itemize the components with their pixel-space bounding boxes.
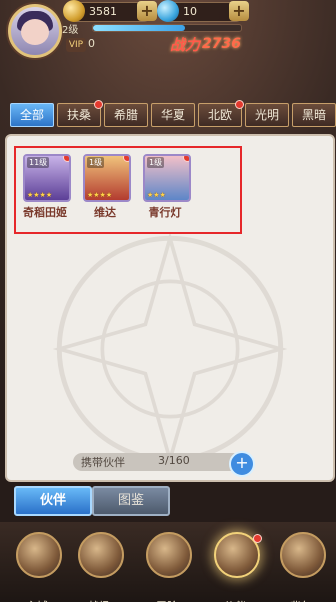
bottom-navigation: 主城 战场 冒险 伙伴 背包 [0, 522, 336, 602]
sword-icon [146, 532, 192, 578]
gem-counter: 10 + [157, 0, 249, 22]
nav-label: 背包 [272, 598, 330, 602]
nav-label: 主城 [8, 598, 66, 602]
player-avatar[interactable] [8, 4, 62, 58]
tab-label: 全部 [19, 108, 44, 122]
backpack-icon [280, 532, 326, 578]
partner-view-button[interactable]: 伙伴 [14, 486, 92, 516]
tab-fusang[interactable]: 扶桑 [57, 100, 103, 127]
tab-label: 扶桑 [66, 108, 91, 122]
hero-card[interactable]: 1级 ★★★★ [83, 154, 131, 202]
hero-stars: ★★★★ [87, 191, 113, 199]
tab-huaxia[interactable]: 华夏 [151, 103, 195, 127]
power-value: 2736 [202, 36, 241, 52]
hero-level: 1级 [147, 157, 165, 168]
carry-count: 3/160 [158, 454, 190, 467]
gem-value: 10 [183, 5, 197, 18]
tab-all[interactable]: 全部 [10, 103, 54, 127]
notification-dot [123, 156, 129, 162]
gold-value: 3581 [89, 5, 117, 18]
tab-dark[interactable]: 黑暗 [292, 103, 336, 127]
tab-label: 北欧 [207, 108, 232, 122]
faction-tabs: 全部 扶桑 希腊 华夏 北欧 光明 黑暗 [10, 100, 336, 127]
nav-label: 冒险 [138, 598, 196, 602]
hero-list-panel: 11级 ★★★★ 奇稻田姬 1级 ★★★★ 维达 1级 ★★★ 青行灯 [5, 134, 335, 482]
exp-fill [93, 25, 185, 31]
hero-stars: ★★★★ [27, 191, 53, 199]
notification-dot [235, 100, 244, 109]
expand-carry-button[interactable]: + [229, 451, 255, 477]
notification-dot [94, 100, 103, 109]
nav-battlefield[interactable]: 战场 [70, 532, 128, 602]
emblem-watermark-icon [52, 231, 288, 467]
power-display: VIP 0 战力 2736 [66, 36, 241, 54]
top-bar: 3581 + 10 + 2级 VIP 0 战力 2736 [0, 0, 336, 62]
nav-partners[interactable]: 伙伴 [206, 532, 264, 602]
exp-bar [92, 24, 242, 32]
nav-label: 战场 [70, 598, 128, 602]
tab-greece[interactable]: 希腊 [104, 103, 148, 127]
nav-adventure[interactable]: 冒险 [138, 532, 196, 602]
hero-level: 11级 [27, 157, 50, 168]
nav-label: 伙伴 [206, 598, 264, 602]
vip-chip[interactable]: VIP [66, 38, 86, 52]
player-level: 2级 [62, 25, 79, 36]
vip-value: 0 [88, 37, 95, 50]
hero-stars: ★★★ [147, 191, 166, 199]
gem-icon [157, 0, 179, 22]
hero-name: 维达 [94, 206, 116, 219]
hero-card[interactable]: 11级 ★★★★ [23, 154, 71, 202]
castle-icon [16, 532, 62, 578]
notification-dot [183, 156, 189, 162]
shield-icon [78, 532, 124, 578]
gold-counter: 3581 + [63, 0, 157, 22]
tab-label: 华夏 [160, 108, 185, 122]
power-label: 战力 [170, 36, 201, 54]
hero-name: 青行灯 [148, 206, 182, 219]
tab-label: 希腊 [113, 108, 138, 122]
nav-backpack[interactable]: 背包 [272, 532, 330, 602]
hero-name: 奇稻田姬 [23, 206, 67, 219]
gold-coin-icon [63, 0, 85, 22]
notification-dot [253, 534, 262, 543]
hero-level: 1级 [87, 157, 105, 168]
tab-label: 黑暗 [301, 108, 326, 122]
game-screen: 3581 + 10 + 2级 VIP 0 战力 2736 全部 扶桑 希腊 华夏… [0, 0, 336, 602]
notification-dot [63, 156, 69, 162]
carry-partners-bar: 携带伙伴 3/160 + [73, 451, 255, 477]
add-gems-button[interactable]: + [229, 1, 249, 21]
tab-nordic[interactable]: 北欧 [198, 100, 244, 127]
avatar-face [21, 19, 49, 45]
hero-card[interactable]: 1级 ★★★ [143, 154, 191, 202]
carry-label: 携带伙伴 [81, 456, 125, 469]
add-gold-button[interactable]: + [137, 1, 157, 21]
atlas-view-button[interactable]: 图鉴 [92, 486, 170, 516]
tab-light[interactable]: 光明 [245, 103, 289, 127]
nav-main-city[interactable]: 主城 [8, 532, 66, 602]
tab-label: 光明 [254, 108, 279, 122]
